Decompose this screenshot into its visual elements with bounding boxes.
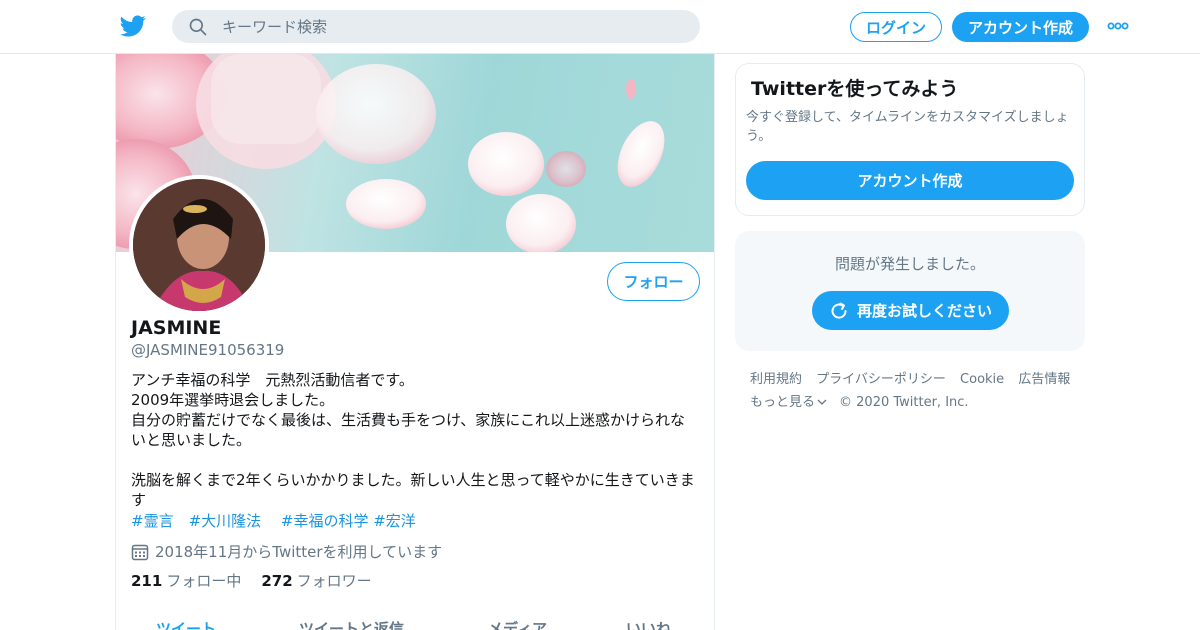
error-card: 問題が発生しました。 再度お試しください: [735, 231, 1085, 351]
follow-button[interactable]: フォロー: [607, 262, 700, 301]
footer-copyright: © 2020 Twitter, Inc.: [839, 395, 969, 410]
profile-display-name: JASMINE: [131, 317, 222, 339]
top-bar: ログイン アカウント作成: [0, 0, 1200, 54]
tab-tweets[interactable]: ツイート: [156, 618, 216, 630]
followers-label: フォロワー: [296, 572, 372, 590]
search-icon: [189, 18, 207, 36]
signup-card-button[interactable]: アカウント作成: [746, 161, 1074, 200]
footer-link-more[interactable]: もっと見る: [750, 395, 815, 410]
footer-row-1: 利用規約 プライバシーポリシー Cookie 広告情報: [750, 368, 1090, 391]
signup-button[interactable]: アカウント作成: [952, 12, 1089, 42]
followers-count: 272: [261, 572, 293, 590]
signup-prompt-card: Twitterを使ってみよう 今すぐ登録して、タイムラインをカスタマイズしましょ…: [735, 63, 1085, 216]
retry-label: 再度お試しください: [856, 302, 992, 320]
error-message: 問題が発生しました。: [834, 255, 985, 273]
footer-link-terms[interactable]: 利用規約: [750, 372, 802, 387]
bio-hashtags[interactable]: #霊言 #大川隆法 #幸福の科学 #宏洋: [131, 510, 416, 531]
following-stat[interactable]: 211 フォロー中: [131, 570, 241, 591]
bio-line: 自分の貯蓄だけでなく最後は、生活費も手をつけ、家族にこれ以上迷惑かけられな: [131, 411, 685, 429]
profile-stats: 211 フォロー中 272 フォロワー: [131, 570, 392, 591]
signup-card-title: Twitterを使ってみよう: [751, 78, 959, 100]
twitter-bird-icon[interactable]: [119, 13, 147, 39]
calendar-icon: [131, 544, 149, 560]
bio-line: いと思いました。: [131, 431, 252, 449]
login-button[interactable]: ログイン: [850, 12, 942, 42]
signup-card-description: 今すぐ登録して、タイムラインをカスタマイズしましょう。: [746, 110, 1069, 144]
footer-links: 利用規約 プライバシーポリシー Cookie 広告情報 もっと見る © 2020 …: [750, 368, 1090, 414]
search-box[interactable]: [172, 10, 700, 43]
following-label: フォロー中: [166, 572, 242, 590]
footer-row-2: もっと見る © 2020 Twitter, Inc.: [750, 391, 1090, 414]
bio-line: [131, 450, 701, 470]
profile-bio: アンチ幸福の科学 元熱烈活動信者です。 2009年選挙時退会しました。 自分の貯…: [131, 370, 701, 510]
bio-line: アンチ幸福の科学 元熱烈活動信者です。: [131, 371, 414, 389]
bio-line: す: [131, 491, 147, 509]
chevron-down-icon[interactable]: [817, 398, 827, 406]
bio-line: 洗脳を解くまで2年くらいかかりました。新しい人生と思って軽やかに生きていきま: [131, 471, 695, 489]
footer-link-privacy[interactable]: プライバシーポリシー: [816, 372, 946, 387]
tab-media[interactable]: メディア: [488, 618, 547, 630]
profile-tabs: ツイート ツイートと返信 メディア いいね: [116, 618, 714, 630]
followers-stat[interactable]: 272 フォロワー: [261, 570, 371, 591]
retry-button[interactable]: 再度お試しください: [812, 291, 1009, 330]
join-date-text: 2018年11月からTwitterを利用しています: [155, 543, 443, 561]
join-date: 2018年11月からTwitterを利用しています: [131, 541, 442, 562]
footer-link-cookie[interactable]: Cookie: [960, 372, 1004, 387]
profile-column: フォロー JASMINE @JASMINE91056319 アンチ幸福の科学 元…: [115, 54, 715, 630]
bio-line: 2009年選挙時退会しました。: [131, 391, 335, 409]
tab-likes[interactable]: いいね: [626, 618, 671, 630]
avatar-portrait-illustration: [133, 179, 265, 311]
footer-link-ads[interactable]: 広告情報: [1018, 372, 1070, 387]
more-options-icon[interactable]: [1107, 22, 1129, 30]
profile-handle: @JASMINE91056319: [131, 341, 285, 359]
following-count: 211: [131, 572, 163, 590]
profile-avatar[interactable]: [129, 175, 269, 315]
search-input[interactable]: [222, 10, 682, 43]
tab-tweets-and-replies[interactable]: ツイートと返信: [299, 618, 404, 630]
refresh-icon: [831, 302, 847, 319]
